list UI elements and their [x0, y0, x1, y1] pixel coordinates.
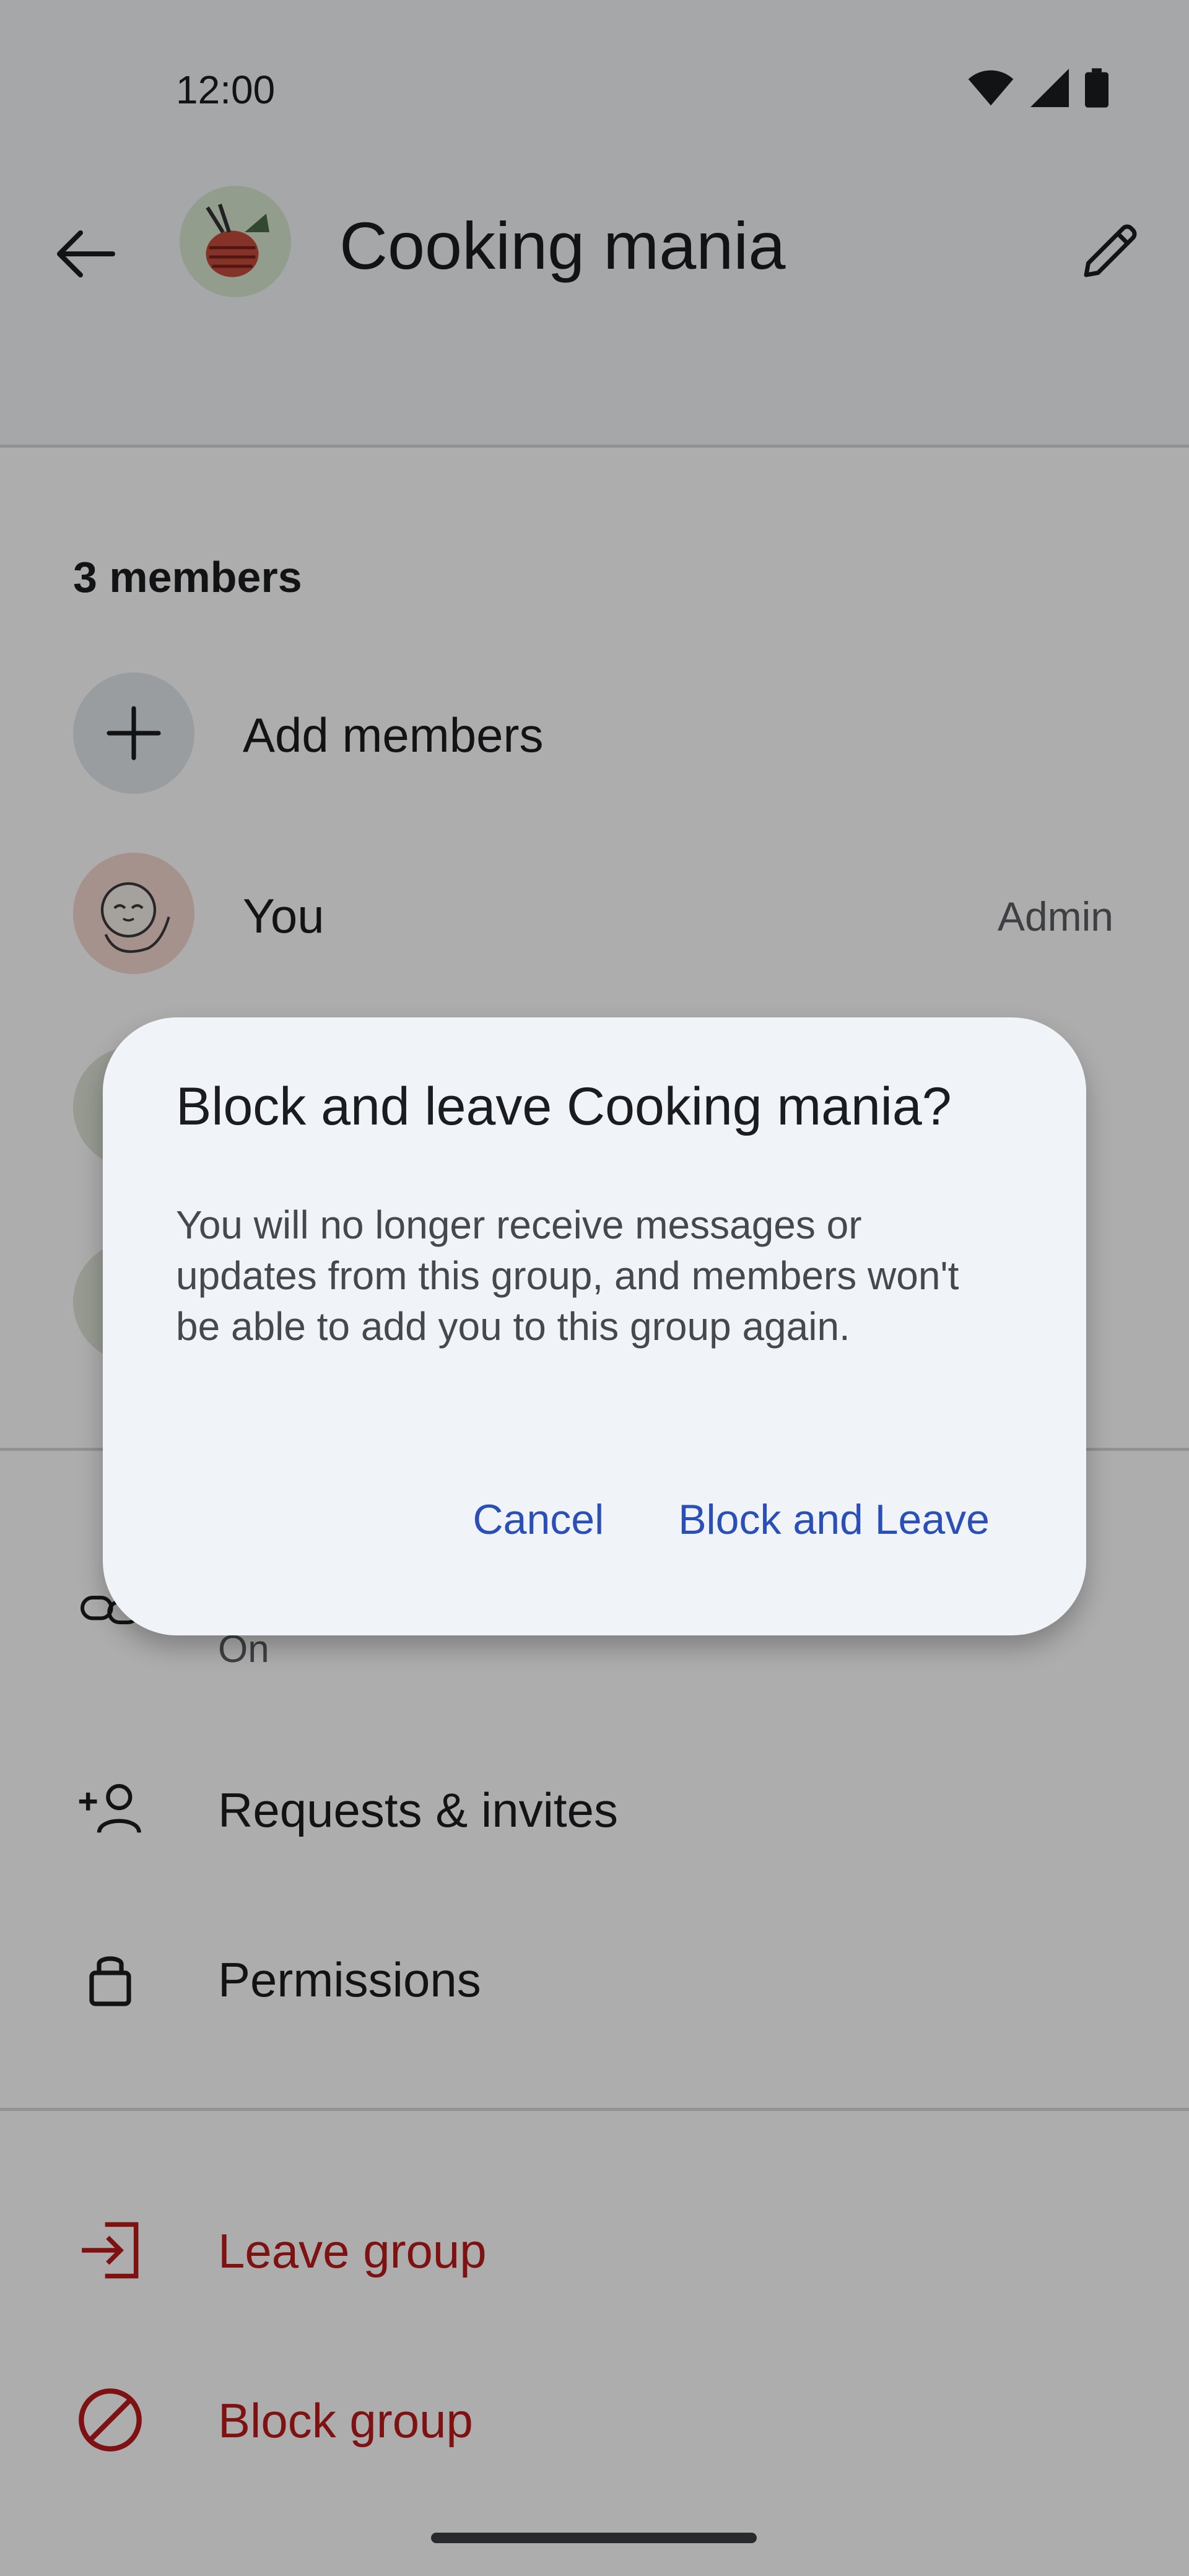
dialog-title: Block and leave Cooking mania? [176, 1077, 952, 1136]
screen: 12:00 Cooking mania 3 members Add member… [0, 0, 1189, 2576]
cancel-button[interactable]: Cancel [473, 1495, 604, 1544]
dialog-body: You will no longer receive messages or u… [176, 1203, 959, 1349]
gesture-handle[interactable] [431, 2533, 757, 2543]
block-leave-dialog: Block and leave Cooking mania? You will … [103, 1017, 1086, 1635]
dialog-actions: Cancel Block and Leave [473, 1495, 990, 1544]
block-and-leave-button[interactable]: Block and Leave [678, 1495, 990, 1544]
